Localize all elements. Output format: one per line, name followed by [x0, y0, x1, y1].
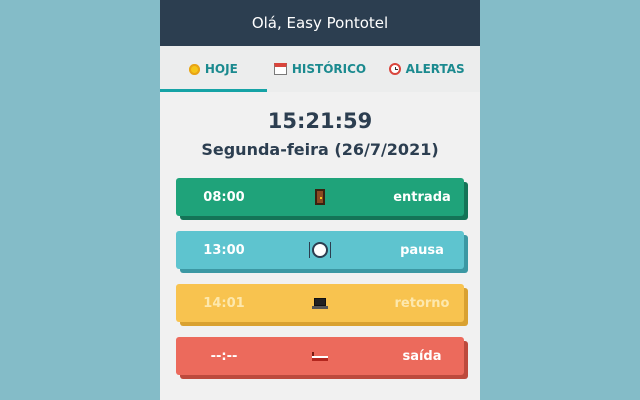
punch-time: 14:01: [203, 295, 245, 311]
tab-alertas[interactable]: ALERTAS: [373, 46, 480, 92]
punch-label: pausa: [400, 242, 444, 258]
door-icon: [315, 189, 325, 205]
punch-saida-button[interactable]: --:-- saída: [176, 337, 464, 375]
punch-pausa-button[interactable]: 13:00 pausa: [176, 231, 464, 269]
tab-historico-label: HISTÓRICO: [291, 62, 367, 76]
bed-icon: [312, 351, 328, 361]
sun-icon: [188, 63, 200, 75]
plate-icon: [309, 242, 331, 258]
punch-list: 08:00 entrada 13:00 pausa 14:01 retorno …: [160, 178, 480, 375]
calendar-icon: [273, 63, 287, 75]
greeting-header: Olá, Easy Pontotel: [160, 0, 480, 46]
alarm-clock-icon: [388, 63, 401, 75]
extension-popup: Olá, Easy Pontotel HOJE HISTÓRICO ALERTA…: [160, 0, 480, 400]
tab-historico[interactable]: HISTÓRICO: [267, 46, 374, 92]
punch-label: retorno: [394, 295, 450, 311]
tab-bar: HOJE HISTÓRICO ALERTAS: [160, 46, 480, 92]
tab-hoje-label: HOJE: [204, 62, 238, 76]
greeting-text: Olá, Easy Pontotel: [251, 14, 389, 32]
punch-retorno-button[interactable]: 14:01 retorno: [176, 284, 464, 322]
punch-label: entrada: [393, 189, 451, 205]
punch-label: saída: [402, 348, 442, 364]
punch-entrada-button[interactable]: 08:00 entrada: [176, 178, 464, 216]
punch-time: 13:00: [203, 242, 245, 258]
punch-time: 08:00: [203, 189, 245, 205]
current-time: 15:21:59: [267, 109, 373, 133]
tab-alertas-label: ALERTAS: [405, 62, 465, 76]
laptop-icon: [312, 297, 328, 309]
tab-hoje[interactable]: HOJE: [160, 46, 267, 92]
current-date: Segunda-feira (26/7/2021): [201, 140, 439, 159]
punch-time: --:--: [210, 348, 238, 364]
